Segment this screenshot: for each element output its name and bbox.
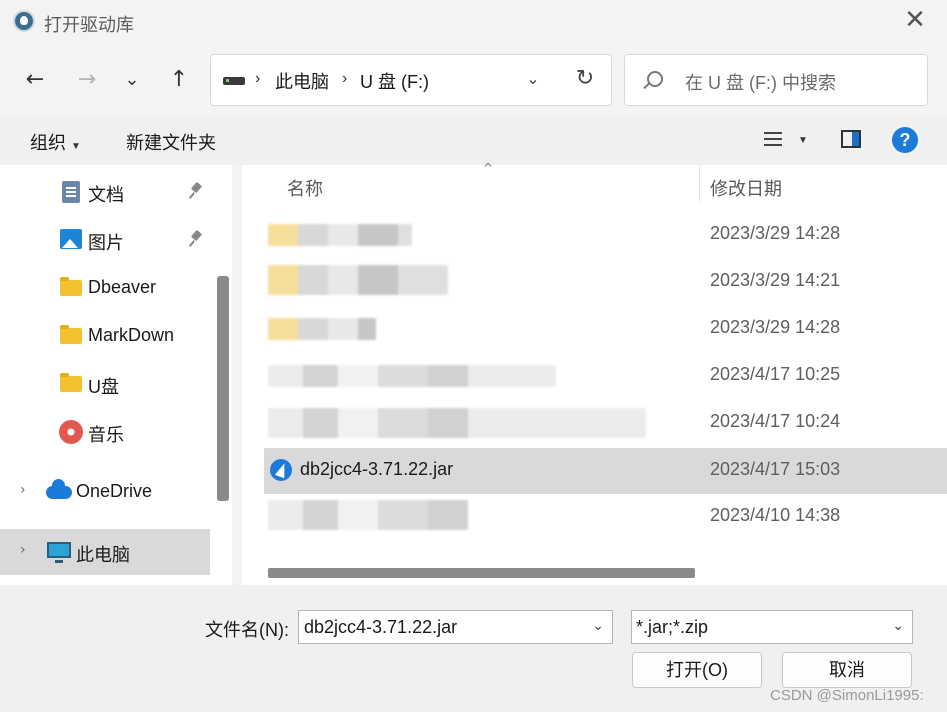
file-list: ^ 名称 修改日期 2023/3/29 14:28 2023/3/29 14:2… [242,161,947,585]
obscured-filename [268,318,376,340]
breadcrumb-separator[interactable]: › [255,70,260,88]
organize-label: 组织 [30,133,66,153]
close-icon[interactable]: ✕ [902,7,928,34]
obscured-filename [268,365,556,387]
filetype-select[interactable]: *.jar;*.zip ⌄ [631,610,913,644]
music-icon [59,420,83,444]
file-row[interactable]: 2023/3/29 14:28 [264,212,947,258]
sidebar-item-pictures[interactable]: 图片 [0,217,210,263]
file-date: 2023/4/17 10:24 [710,411,841,431]
chevron-down-icon[interactable]: ⌄ [892,617,904,634]
new-folder-button[interactable]: 新建文件夹 [126,129,216,155]
organize-button[interactable]: 组织 ▼ [30,129,81,155]
caret-down-icon: ▼ [71,141,81,152]
sidebar-item-label: 文档 [88,185,124,205]
obscured-filename [268,224,412,246]
picture-icon [60,229,82,249]
recent-locations-button[interactable]: ⌄ [115,62,149,98]
address-bar[interactable]: › 此电脑 › U 盘 (F:) ⌄ ↻ [210,54,612,106]
sidebar-item-label: MarkDown [88,325,175,345]
filename-label: 文件名(N): [205,620,289,640]
file-row[interactable]: 2023/3/29 14:21 [264,259,947,305]
pin-icon[interactable] [188,183,204,199]
sidebar-item-label: Dbeaver [88,277,157,297]
sidebar-item-documents[interactable]: 文档 [0,169,210,215]
chevron-down-icon[interactable]: ⌄ [592,617,604,634]
file-date: 2023/3/29 14:21 [710,270,841,290]
navigation-pane: 文档 图片 Dbeaver MarkDown U盘 音乐 › OneDrive … [0,165,232,585]
computer-icon [47,542,71,563]
command-bar: 组织 ▼ 新建文件夹 ▼ ? [0,117,947,165]
file-row[interactable]: 2023/3/29 14:28 [264,306,947,352]
document-icon [62,181,80,203]
address-dropdown-icon[interactable]: ⌄ [520,67,546,93]
watermark: CSDN @SimonLi1995: [770,687,924,704]
drive-icon [223,77,245,85]
refresh-icon[interactable]: ↻ [571,65,599,93]
up-button[interactable]: ↑ [162,62,196,98]
breadcrumb-this-pc[interactable]: 此电脑 [275,68,329,94]
obscured-filename [268,265,448,295]
sidebar-item-usb[interactable]: U盘 [0,361,210,407]
folder-icon [60,325,82,344]
folder-icon [60,277,82,296]
obscured-filename [268,500,468,530]
filename-input[interactable]: db2jcc4-3.71.22.jar ⌄ [298,610,613,644]
file-row-selected[interactable]: db2jcc4-3.71.22.jar 2023/4/17 15:03 [264,448,947,494]
window-title: 打开驱动库 [44,15,134,35]
view-list-icon[interactable] [764,130,784,148]
search-input[interactable]: 在 U 盘 (F:) 中搜索 [624,54,928,106]
jar-file-icon [270,459,292,481]
column-divider[interactable] [699,165,700,203]
file-row[interactable]: 2023/4/17 10:25 [264,353,947,399]
horizontal-scrollbar[interactable] [268,568,695,578]
sidebar-item-music[interactable]: 音乐 [0,409,210,455]
expand-chevron-icon[interactable]: › [20,482,26,498]
dialog-footer: 文件名(N): db2jcc4-3.71.22.jar ⌄ *.jar;*.zi… [0,585,947,712]
file-name: db2jcc4-3.71.22.jar [300,459,454,479]
file-date: 2023/4/10 14:38 [710,505,841,525]
app-icon [13,10,35,32]
sidebar-item-label: 图片 [88,233,124,253]
file-date: 2023/3/29 14:28 [710,223,841,243]
title-bar: 打开驱动库 ✕ [0,0,947,44]
sidebar-item-onedrive[interactable]: › OneDrive [0,469,210,515]
sidebar-item-label: 音乐 [88,425,124,445]
sort-ascending-icon: ^ [483,161,494,175]
column-header-modified[interactable]: 修改日期 [710,175,782,201]
file-date: 2023/3/29 14:28 [710,317,841,337]
back-button[interactable]: ← [18,62,52,98]
file-row[interactable]: 2023/4/10 14:38 [264,494,947,540]
sidebar-item-this-pc[interactable]: › 此电脑 [0,529,210,575]
sidebar-item-markdown[interactable]: MarkDown [0,313,210,359]
preview-pane-icon[interactable] [841,130,861,148]
cancel-button[interactable]: 取消 [782,652,912,688]
sidebar-item-label: OneDrive [76,481,153,501]
obscured-filename [268,408,646,438]
open-button[interactable]: 打开(O) [632,652,762,688]
file-date: 2023/4/17 15:03 [710,459,841,479]
sidebar-item-label: U盘 [88,377,119,397]
filetype-value: *.jar;*.zip [636,617,709,637]
file-date: 2023/4/17 10:25 [710,364,841,384]
sidebar-item-label: 此电脑 [76,545,130,565]
breadcrumb-drive[interactable]: U 盘 (F:) [360,68,429,94]
pin-icon[interactable] [188,231,204,247]
folder-icon [60,373,82,392]
help-icon[interactable]: ? [892,127,918,153]
search-icon [647,71,663,87]
column-header-name[interactable]: 名称 [287,175,323,201]
breadcrumb-separator[interactable]: › [342,70,347,88]
search-placeholder: 在 U 盘 (F:) 中搜索 [685,73,836,93]
view-options-caret-icon[interactable]: ▼ [798,135,808,146]
sidebar-item-dbeaver[interactable]: Dbeaver [0,265,210,311]
sidebar-scrollbar[interactable] [217,276,229,501]
filename-value: db2jcc4-3.71.22.jar [304,617,458,637]
forward-button[interactable]: → [70,62,104,98]
expand-chevron-icon[interactable]: › [20,542,26,558]
onedrive-icon [46,479,72,499]
file-row[interactable]: 2023/4/17 10:24 [264,400,947,446]
